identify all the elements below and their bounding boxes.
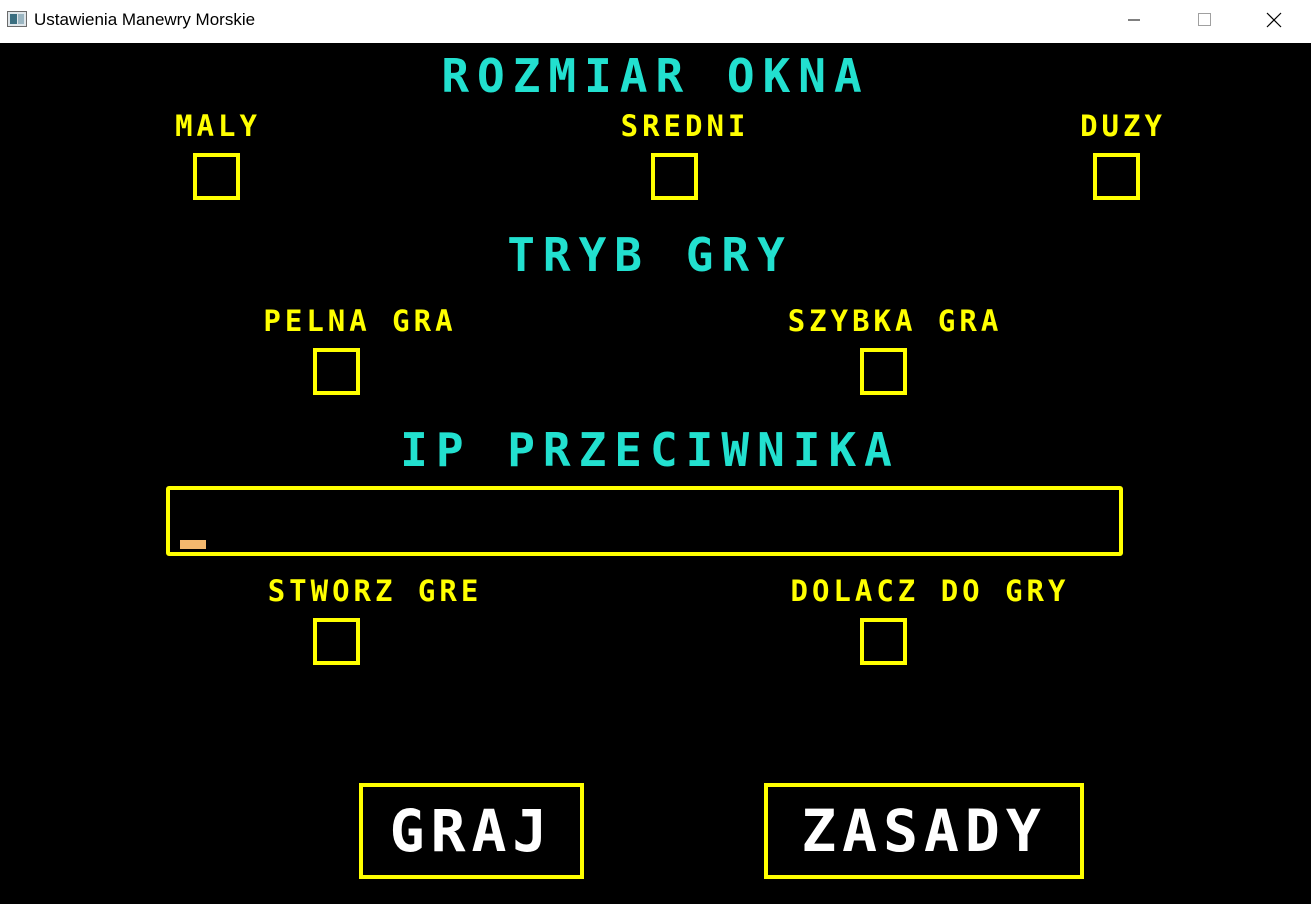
opponent-ip-heading: IP PRZECIWNIKA <box>400 423 900 477</box>
size-small-label: MALY <box>175 109 261 143</box>
play-button-label: GRAJ <box>389 797 554 865</box>
mode-full-label: PELNA GRA <box>263 304 457 338</box>
create-game-label: STWORZ GRE <box>267 574 483 608</box>
settings-window: Ustawienia Manewry Morskie ROZMIAR OKNA … <box>0 0 1311 909</box>
window-title: Ustawienia Manewry Morskie <box>34 10 256 29</box>
text-cursor <box>180 540 206 549</box>
mode-quick-checkbox[interactable] <box>860 348 907 395</box>
join-game-checkbox[interactable] <box>860 618 907 665</box>
game-mode-heading: TRYB GRY <box>507 228 793 282</box>
maximize-icon <box>1198 13 1211 26</box>
close-button[interactable] <box>1240 0 1310 40</box>
maximize-button[interactable] <box>1170 0 1240 40</box>
mode-full-checkbox[interactable] <box>313 348 360 395</box>
rules-button[interactable]: ZASADY <box>764 783 1084 879</box>
game-settings-panel: ROZMIAR OKNA MALY SREDNI DUZY TRYB GRY P… <box>0 43 1311 904</box>
minimize-icon <box>1128 19 1140 21</box>
size-medium-label: SREDNI <box>620 109 750 143</box>
play-button[interactable]: GRAJ <box>359 783 584 879</box>
minimize-button[interactable] <box>1100 0 1170 40</box>
size-small-checkbox[interactable] <box>193 153 240 200</box>
window-size-heading: ROZMIAR OKNA <box>441 49 870 103</box>
create-game-checkbox[interactable] <box>313 618 360 665</box>
opponent-ip-input[interactable] <box>166 486 1123 556</box>
size-large-checkbox[interactable] <box>1093 153 1140 200</box>
size-large-label: DUZY <box>1080 109 1166 143</box>
app-window-icon <box>7 11 27 27</box>
window-bottom-edge <box>0 904 1311 909</box>
size-medium-checkbox[interactable] <box>651 153 698 200</box>
title-bar[interactable]: Ustawienia Manewry Morskie <box>0 0 1311 42</box>
rules-button-label: ZASADY <box>801 797 1047 865</box>
join-game-label: DOLACZ DO GRY <box>790 574 1070 608</box>
mode-quick-label: SZYBKA GRA <box>787 304 1003 338</box>
close-icon <box>1266 12 1282 28</box>
